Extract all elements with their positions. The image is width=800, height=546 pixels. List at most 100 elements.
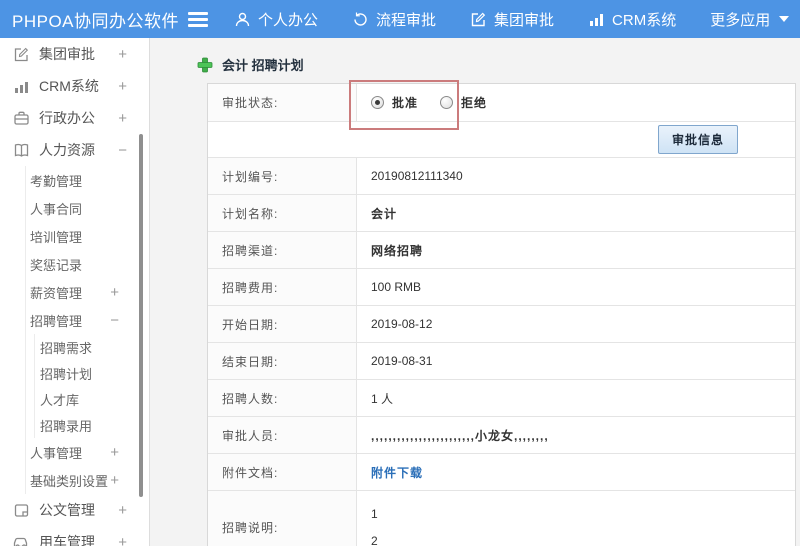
recruit-submenu: 招聘需求 招聘计划 人才库 招聘录用 <box>34 334 149 438</box>
sidebar-item-base-category[interactable]: 基础类别设置 + <box>26 466 149 494</box>
history-icon <box>352 11 369 28</box>
field-label: 审批人员: <box>208 417 357 453</box>
sidebar-item-label: 培训管理 <box>30 229 83 245</box>
top-bar: PHPOA协同办公软件 个人办公 流程审批 集团审批 CRM系统 更多应用 <box>0 0 800 38</box>
menu-toggle-icon[interactable] <box>188 11 208 27</box>
nav-label: 个人办公 <box>258 11 319 29</box>
field-value: 网络招聘 <box>371 243 424 258</box>
radio-approve[interactable] <box>371 96 384 109</box>
page-title: 会计 招聘计划 <box>197 55 800 74</box>
expand-icon[interactable]: + <box>118 78 127 95</box>
sidebar-item-label: 人力资源 <box>39 142 95 158</box>
plus-icon <box>197 57 213 73</box>
field-value: 2019-08-12 <box>371 317 433 331</box>
sidebar-item-label: 人才库 <box>40 392 80 408</box>
table-row-approvers: 审批人员: ,,,,,,,,,,,,,,,,,,,,,,,,小龙女,,,,,,,… <box>208 417 795 454</box>
expand-icon[interactable]: + <box>118 502 127 519</box>
field-label: 招聘费用: <box>208 269 357 305</box>
nav-more-apps[interactable]: 更多应用 <box>710 9 790 30</box>
nav-personal-office[interactable]: 个人办公 <box>234 9 318 30</box>
table-row-plan-number: 计划编号: 20190812111340 <box>208 158 795 195</box>
car-icon <box>13 534 30 546</box>
field-label: 计划名称: <box>208 195 357 231</box>
approval-radio-group: 批准 拒绝 <box>371 94 501 111</box>
briefcase-icon <box>13 110 30 127</box>
field-label: 招聘渠道: <box>208 232 357 268</box>
expand-icon[interactable]: + <box>110 472 119 489</box>
field-value: 会计 <box>371 206 398 221</box>
field-value: 2019-08-31 <box>371 354 433 368</box>
radio-reject[interactable] <box>440 96 454 109</box>
sidebar-item-talent-pool[interactable]: 人才库 <box>35 386 149 412</box>
table-row-headcount: 招聘人数: 1 人 <box>208 380 795 417</box>
description-line: 2 <box>371 533 378 546</box>
sidebar-item-vehicle-mgmt[interactable]: 用车管理 + <box>0 526 149 546</box>
sidebar-item-personnel-mgmt[interactable]: 人事管理 + <box>26 438 149 466</box>
sidebar: 集团审批 + CRM系统 + 行政办公 + 人力资源 − 考勤管理 人事合同 培… <box>0 38 150 546</box>
sidebar-item-label: 人事合同 <box>30 201 83 217</box>
sidebar-item-label: 招聘需求 <box>40 340 93 356</box>
sidebar-item-crm[interactable]: CRM系统 + <box>0 70 149 102</box>
sidebar-item-label: 行政办公 <box>39 110 95 126</box>
sidebar-item-label: 基础类别设置 <box>30 473 109 489</box>
collapse-icon[interactable]: − <box>118 142 127 159</box>
attachment-download-link[interactable]: 附件下载 <box>371 464 423 481</box>
nav-group-approval[interactable]: 集团审批 <box>470 9 554 30</box>
person-icon <box>234 11 251 28</box>
table-row-approval-status: 审批状态: 批准 拒绝 <box>208 84 795 122</box>
field-label: 结束日期: <box>208 343 357 379</box>
description-line: 1 <box>371 506 378 521</box>
chart-icon <box>588 11 605 28</box>
nav-workflow-approval[interactable]: 流程审批 <box>352 9 436 30</box>
field-label: 招聘人数: <box>208 380 357 416</box>
sidebar-item-training[interactable]: 培训管理 <box>26 222 149 250</box>
table-row-plan-name: 计划名称: 会计 <box>208 195 795 232</box>
expand-icon[interactable]: + <box>118 46 127 63</box>
sidebar-item-recruit-mgmt[interactable]: 招聘管理 − <box>26 306 149 334</box>
sidebar-item-document-mgmt[interactable]: 公文管理 + <box>0 494 149 526</box>
nav-label: 集团审批 <box>494 11 555 29</box>
book-icon <box>13 142 30 159</box>
table-row-start-date: 开始日期: 2019-08-12 <box>208 306 795 343</box>
sidebar-item-recruit-demand[interactable]: 招聘需求 <box>35 334 149 360</box>
field-label: 附件文档: <box>208 454 357 490</box>
table-row-end-date: 结束日期: 2019-08-31 <box>208 343 795 380</box>
recruit-plan-form: 审批状态: 批准 拒绝 审批信息 计划编号: 20190812111340 计划… <box>207 80 796 546</box>
sidebar-item-label: 招聘录用 <box>40 418 93 434</box>
sidebar-item-rewards[interactable]: 奖惩记录 <box>26 250 149 278</box>
nav-crm-system[interactable]: CRM系统 <box>588 9 676 30</box>
sidebar-item-hr[interactable]: 人力资源 − <box>0 134 149 166</box>
expand-icon[interactable]: + <box>118 110 127 127</box>
table-row-recruit-channel: 招聘渠道: 网络招聘 <box>208 232 795 269</box>
expand-icon[interactable]: + <box>110 284 119 301</box>
sidebar-item-attendance[interactable]: 考勤管理 <box>26 166 149 194</box>
table-row-button: 审批信息 <box>208 122 795 158</box>
sidebar-item-group-approval[interactable]: 集团审批 + <box>0 38 149 70</box>
field-label: 招聘说明: <box>208 491 357 546</box>
field-label: 开始日期: <box>208 306 357 342</box>
field-label: 计划编号: <box>208 158 357 194</box>
sidebar-scrollbar[interactable] <box>139 134 143 497</box>
collapse-icon[interactable]: − <box>110 312 119 329</box>
edit-icon <box>13 46 30 63</box>
sidebar-item-label: 薪资管理 <box>30 285 83 301</box>
expand-icon[interactable]: + <box>110 444 119 461</box>
sidebar-item-salary[interactable]: 薪资管理 + <box>26 278 149 306</box>
sidebar-item-recruit-hire[interactable]: 招聘录用 <box>35 412 149 438</box>
sidebar-item-label: 招聘计划 <box>40 366 93 382</box>
expand-icon[interactable]: + <box>118 534 127 546</box>
caret-down-icon <box>779 16 790 22</box>
sidebar-item-hr-contract[interactable]: 人事合同 <box>26 194 149 222</box>
sidebar-item-admin-office[interactable]: 行政办公 + <box>0 102 149 134</box>
table-row-recruit-cost: 招聘费用: 100 RMB <box>208 269 795 306</box>
approval-info-button[interactable]: 审批信息 <box>657 125 738 154</box>
chart-icon <box>13 78 30 95</box>
sidebar-item-label: 考勤管理 <box>30 173 83 189</box>
sidebar-item-label: 人事管理 <box>30 445 83 461</box>
edit-icon <box>470 11 487 28</box>
sidebar-item-recruit-plan[interactable]: 招聘计划 <box>35 360 149 386</box>
page-title-text: 会计 招聘计划 <box>222 58 304 73</box>
top-nav: 个人办公 流程审批 集团审批 CRM系统 更多应用 <box>234 9 790 30</box>
sidebar-item-label: CRM系统 <box>39 78 99 94</box>
table-row-description: 招聘说明: 1 2 <box>208 491 795 546</box>
